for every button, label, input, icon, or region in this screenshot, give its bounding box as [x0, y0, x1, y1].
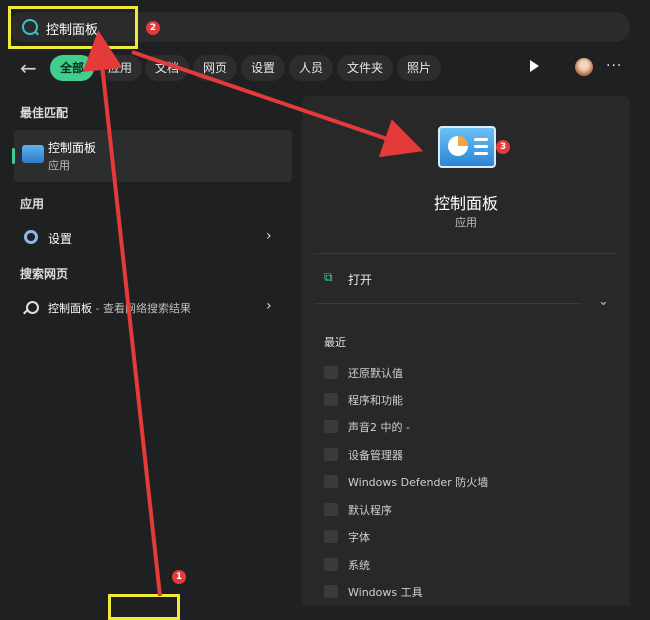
annotation-badge-1: 1 — [172, 570, 186, 584]
annotation-badge-2: 2 — [146, 21, 160, 35]
annotation-arrows — [82, 30, 424, 597]
annotation-badge-3: 3 — [496, 140, 510, 154]
annotation-arrow-1 — [82, 30, 162, 597]
annotation-arrow-2 — [131, 50, 424, 158]
